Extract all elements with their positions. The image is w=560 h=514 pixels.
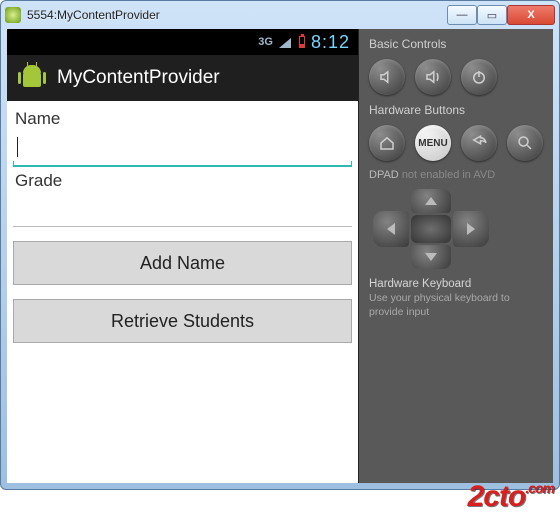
dpad-title: DPAD not enabled in AVD <box>369 169 543 181</box>
hw-buttons-title: Hardware Buttons <box>369 103 543 117</box>
volume-up-button[interactable] <box>415 59 451 95</box>
android-emulator-icon <box>5 7 21 23</box>
home-icon <box>378 134 396 152</box>
keyboard-note: Hardware Keyboard Use your physical keyb… <box>369 277 543 319</box>
minimize-button[interactable]: — <box>447 5 477 25</box>
dpad-left-button[interactable] <box>373 211 409 247</box>
action-bar: MyContentProvider <box>7 55 358 101</box>
search-icon <box>516 134 534 152</box>
window-title: 5554:MyContentProvider <box>27 8 447 22</box>
battery-icon <box>299 36 305 48</box>
dpad-down-button[interactable] <box>411 245 451 269</box>
back-button[interactable] <box>461 125 497 161</box>
back-icon <box>470 134 488 152</box>
retrieve-students-button[interactable]: Retrieve Students <box>13 299 352 343</box>
signal-icon <box>279 36 293 48</box>
app-title: MyContentProvider <box>57 67 220 89</box>
emulator-control-panel: Basic Controls Hardware Buttons MENU <box>359 29 553 483</box>
volume-down-button[interactable] <box>369 59 405 95</box>
dpad <box>373 189 489 269</box>
emulator-window: 5554:MyContentProvider — ▭ X 3G 8:12 MyC… <box>0 0 560 490</box>
grade-label: Grade <box>13 169 352 193</box>
clock: 8:12 <box>311 32 350 53</box>
window-title-bar[interactable]: 5554:MyContentProvider — ▭ X <box>1 1 559 29</box>
search-button[interactable] <box>507 125 543 161</box>
activity-content: Name Grade Add Name Retrieve Students <box>7 101 358 483</box>
network-indicator: 3G <box>258 36 273 48</box>
power-icon <box>470 68 488 86</box>
watermark: 2cto.com <box>468 480 554 514</box>
device-screen: 3G 8:12 MyContentProvider Name Grade <box>7 29 359 483</box>
app-icon <box>17 63 47 93</box>
volume-down-icon <box>378 68 396 86</box>
close-button[interactable]: X <box>507 5 555 25</box>
volume-up-icon <box>424 68 442 86</box>
home-button[interactable] <box>369 125 405 161</box>
android-status-bar: 3G 8:12 <box>7 29 358 55</box>
basic-controls-title: Basic Controls <box>369 37 543 51</box>
menu-button[interactable]: MENU <box>415 125 451 161</box>
maximize-button[interactable]: ▭ <box>477 5 507 25</box>
dpad-center-button[interactable] <box>411 215 451 243</box>
dpad-right-button[interactable] <box>453 211 489 247</box>
name-label: Name <box>13 107 352 131</box>
dpad-up-button[interactable] <box>411 189 451 213</box>
grade-input[interactable] <box>13 193 352 227</box>
add-name-button[interactable]: Add Name <box>13 241 352 285</box>
power-button[interactable] <box>461 59 497 95</box>
